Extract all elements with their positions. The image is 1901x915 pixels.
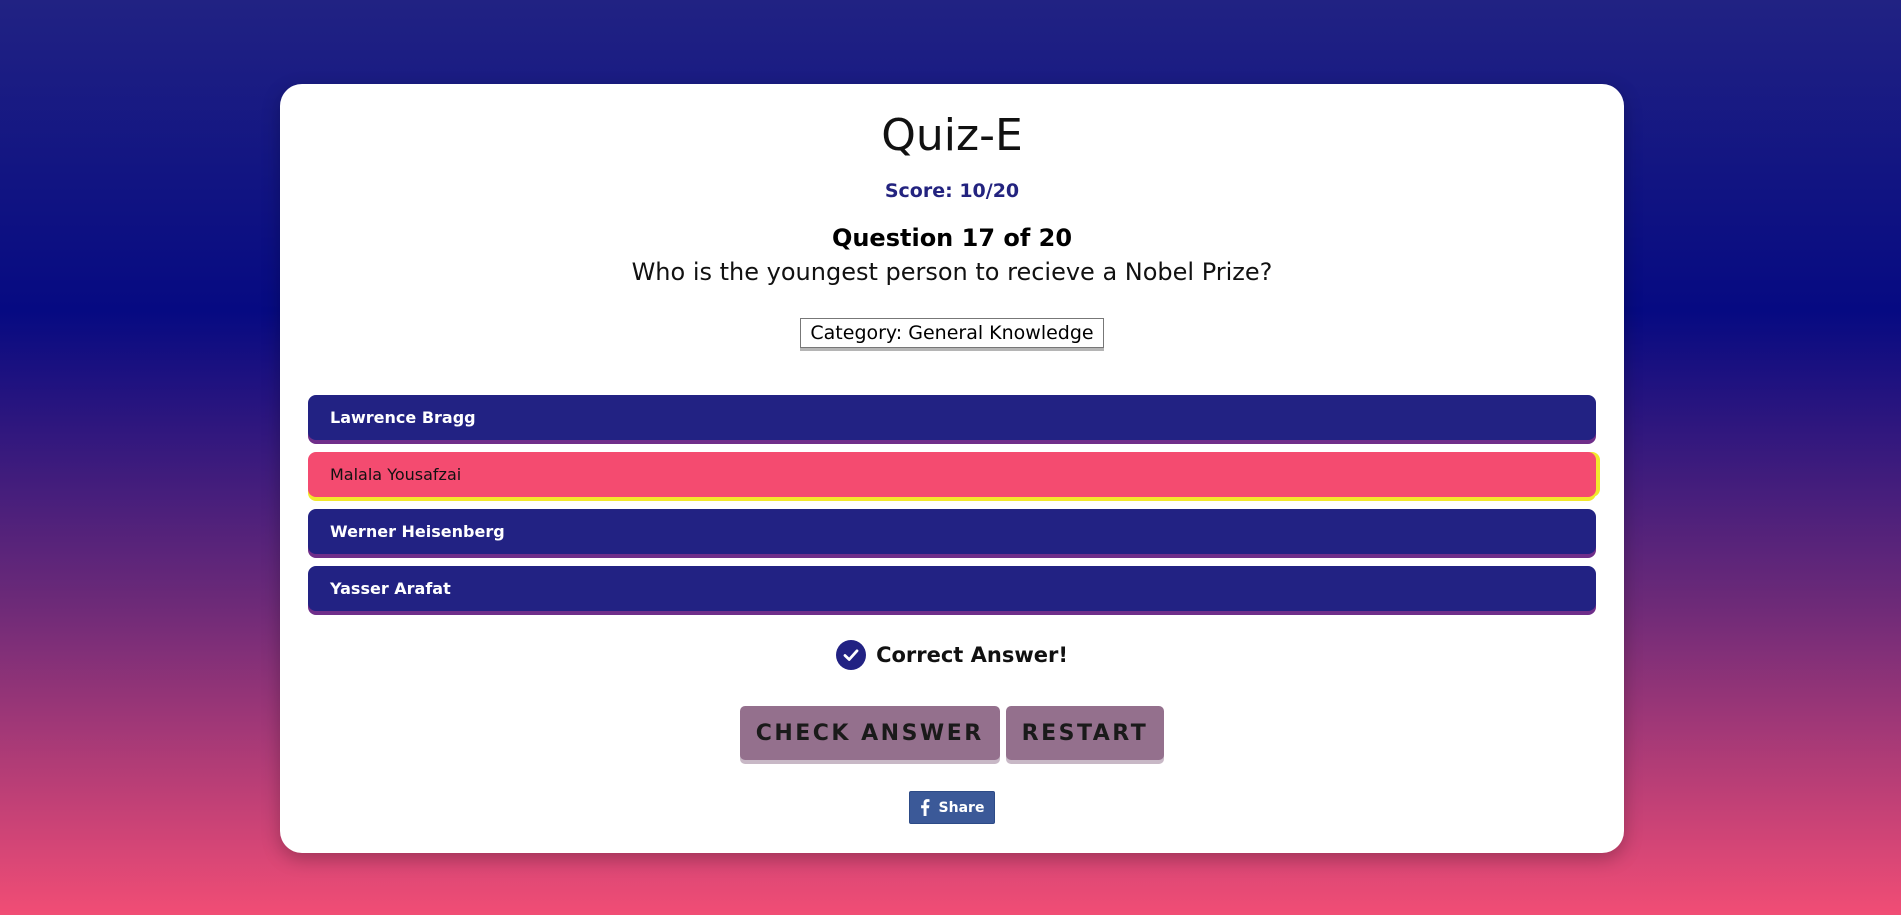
- check-circle-icon: [836, 640, 867, 670]
- quiz-card: Quiz-E Score: 10/20 Question 17 of 20 Wh…: [280, 84, 1624, 853]
- restart-button[interactable]: RESTART: [1005, 706, 1165, 760]
- facebook-share-button[interactable]: Share: [908, 791, 996, 824]
- facebook-icon: [920, 799, 930, 816]
- share-label: Share: [938, 799, 985, 816]
- answer-option[interactable]: Lawrence Bragg: [308, 395, 1596, 440]
- question-number: Question 17 of 20: [831, 223, 1073, 252]
- answer-option[interactable]: Werner Heisenberg: [308, 509, 1596, 554]
- answer-option-selected[interactable]: Malala Yousafzai: [308, 452, 1596, 497]
- category-label: Category: General Knowledge: [800, 317, 1104, 348]
- score-display: Score: 10/20: [884, 179, 1020, 202]
- question-text: Who is the youngest person to recieve a …: [631, 257, 1273, 286]
- feedback-text: Correct Answer!: [876, 643, 1068, 667]
- answer-feedback: Correct Answer!: [280, 640, 1624, 670]
- answer-list: Lawrence Bragg Malala Yousafzai Werner H…: [308, 395, 1596, 623]
- answer-option[interactable]: Yasser Arafat: [308, 566, 1596, 611]
- action-buttons: CHECK ANSWER RESTART: [280, 706, 1624, 760]
- app-title: Quiz-E: [881, 110, 1023, 161]
- check-answer-button[interactable]: CHECK ANSWER: [739, 706, 1000, 760]
